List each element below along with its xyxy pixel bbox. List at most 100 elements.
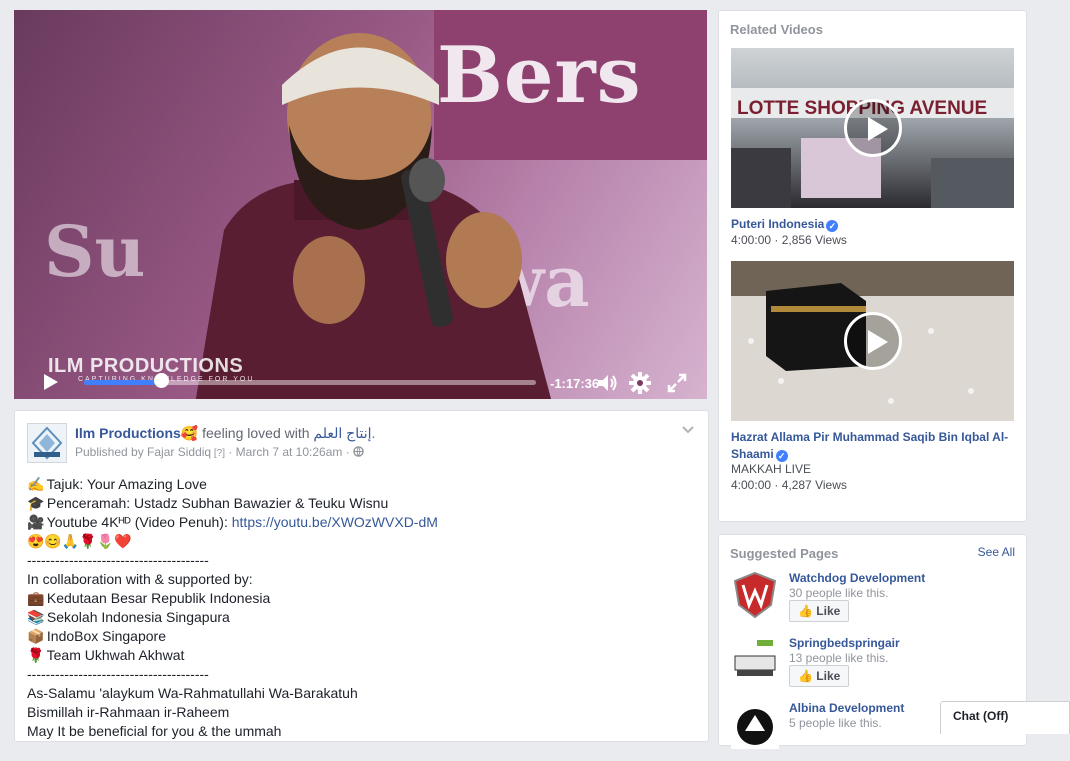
post-line: --------------------------------------- xyxy=(27,665,687,684)
post-line-text: Sekolah Indonesia Singapura xyxy=(46,609,230,625)
post-line: 📚 Sekolah Indonesia Singapura xyxy=(27,608,687,627)
video-progress-bar[interactable] xyxy=(84,380,536,385)
suggested-page-likes: 5 people like this. xyxy=(789,716,882,730)
post-line-text: 😍😊🙏🌹🌷❤️ xyxy=(27,533,132,549)
albina-logo[interactable] xyxy=(731,701,779,749)
suggested-pages-title: Suggested Pages xyxy=(730,546,839,561)
post-line-text: Tajuk: Your Amazing Love xyxy=(46,476,207,492)
watermark-title: ILM PRODUCTIONS xyxy=(48,355,244,377)
related-video-thumb-1[interactable]: LOTTE SHOPPING AVENUE xyxy=(731,48,1014,208)
post-date-link[interactable]: March 7 at 10:26am xyxy=(236,445,343,459)
related-video-meta-2: 4:00:00 · 4,287 Views xyxy=(731,478,847,492)
youtube-link[interactable]: https://youtu.be/XWOzWVXD-dM xyxy=(232,514,438,530)
post-line: 😍😊🙏🌹🌷❤️ xyxy=(27,532,687,551)
post-meta: Published by Fajar Siddiq [?] · March 7 … xyxy=(75,445,364,459)
thumbs-up-icon: 👍 xyxy=(798,669,813,683)
post-line: As-Salamu 'alaykum Wa-Rahmatullahi Wa-Ba… xyxy=(27,684,687,703)
related-video-title-1[interactable]: Puteri Indonesia ✓ xyxy=(731,216,1016,233)
post-line-text: --------------------------------------- xyxy=(27,666,209,682)
play-icon[interactable] xyxy=(843,99,902,157)
editor-mark[interactable]: [?] xyxy=(211,448,225,459)
post-line-text: May It be beneficial for you & the ummah xyxy=(27,723,282,739)
time-remaining: -1:17:36 xyxy=(550,376,600,391)
post-line-emoji: 📚 xyxy=(27,609,45,625)
post-body: ✍ Tajuk: Your Amazing Love 🎓 Penceramah: … xyxy=(27,475,687,741)
post-line-text: Kedutaan Besar Republik Indonesia xyxy=(46,590,271,606)
play-icon[interactable] xyxy=(40,372,60,392)
meta-separator: · xyxy=(224,445,236,459)
post-line-emoji: ✍ xyxy=(27,476,45,492)
springbed-logo[interactable] xyxy=(731,636,779,684)
post-line: May It be beneficial for you & the ummah xyxy=(27,722,687,741)
suggested-page-likes: 13 people like this. xyxy=(789,651,889,665)
related-video-meta-1: 4:00:00 · 2,856 Views xyxy=(731,233,847,247)
thumbs-up-icon: 👍 xyxy=(798,604,813,618)
post-line: In collaboration with & supported by: xyxy=(27,570,687,589)
post-line-emoji: 📦 xyxy=(27,628,45,644)
like-button[interactable]: 👍 Like xyxy=(789,600,850,622)
post-line: Bismillah ir-Rahmaan ir-Raheem xyxy=(27,703,687,722)
feeling-target-link[interactable]: إنتاج العلم xyxy=(313,425,371,441)
post-line: ✍ Tajuk: Your Amazing Love xyxy=(27,475,687,494)
speaker-figure xyxy=(195,33,552,399)
page-name-link[interactable]: Ilm Productions xyxy=(75,425,181,441)
post-line: 🌹 Team Ukhwah Akhwat xyxy=(27,646,687,665)
suggested-page-likes: 30 people like this. xyxy=(789,586,889,600)
verified-badge-icon: ✓ xyxy=(826,220,839,232)
backdrop-banner-left: Su xyxy=(44,210,146,293)
related-videos-panel: Related Videos LOTTE SHOPPING AVENUE Put… xyxy=(718,10,1027,522)
post-line-text: In collaboration with & supported by: xyxy=(27,571,253,587)
related-video-subtitle-2: MAKKAH LIVE xyxy=(731,462,812,476)
like-button-label: Like xyxy=(816,604,841,618)
related-video-thumb-2[interactable] xyxy=(731,261,1014,421)
chat-tab[interactable]: Chat (Off) xyxy=(940,701,1070,734)
feeling-text: feeling loved with xyxy=(198,425,314,441)
post-line-text: Penceramah: Ustadz Subhan Bawazier & Teu… xyxy=(46,495,389,511)
related-video-title-2[interactable]: Hazrat Allama Pir Muhammad Saqib Bin Iqb… xyxy=(731,429,1016,463)
related-videos-title: Related Videos xyxy=(730,22,823,37)
feeling-emoji: 🥰 xyxy=(180,425,199,441)
post-line: --------------------------------------- xyxy=(27,551,687,570)
volume-icon[interactable] xyxy=(596,372,618,394)
post-line-text: Team Ukhwah Akhwat xyxy=(46,647,185,663)
suggested-page-name[interactable]: Watchdog Development xyxy=(789,571,925,585)
suggested-page-name[interactable]: Albina Development xyxy=(789,701,904,715)
related-video-title-text-2[interactable]: Hazrat Allama Pir Muhammad Saqib Bin Iqb… xyxy=(731,430,1008,461)
post-line-text: IndoBox Singapore xyxy=(46,628,166,644)
like-button-label: Like xyxy=(816,669,841,683)
globe-icon xyxy=(353,446,364,457)
video-player[interactable]: Bers Su wa ILM PRODUCTIONS CAPTURING KNO… xyxy=(14,10,707,399)
post-line-emoji: 💼 xyxy=(27,590,45,606)
post-card: Ilm Productions🥰 feeling loved with إنتا… xyxy=(14,410,709,742)
verified-badge-icon: ✓ xyxy=(775,450,788,462)
post-line: 🎥 Youtube 4Kᴴᴰ (Video Penuh): https://yo… xyxy=(27,513,687,532)
settings-gear-icon[interactable] xyxy=(629,372,651,394)
video-progress-fill xyxy=(84,380,161,385)
post-line-text: Bismillah ir-Rahmaan ir-Raheem xyxy=(27,704,230,720)
suggested-page-name[interactable]: Springbedspringair xyxy=(789,636,900,650)
post-line-emoji: 🎓 xyxy=(27,495,45,511)
video-scrubber-handle[interactable] xyxy=(153,373,169,388)
post-line-text: Youtube 4Kᴴᴰ (Video Penuh): xyxy=(46,514,232,530)
post-header: Ilm Productions🥰 feeling loved with إنتا… xyxy=(75,425,375,442)
suggested-page-item: Springbedspringair 13 people like this. … xyxy=(731,636,1021,696)
feeling-end: . xyxy=(371,425,376,441)
post-line-text: --------------------------------------- xyxy=(27,552,209,568)
see-all-link[interactable]: See All xyxy=(978,545,1015,559)
like-button[interactable]: 👍 Like xyxy=(789,665,850,687)
watermark: ILM PRODUCTIONS CAPTURING KNOWLEDGE FOR … xyxy=(48,355,254,383)
post-line: 📦 IndoBox Singapore xyxy=(27,627,687,646)
watchdog-logo[interactable] xyxy=(731,571,779,619)
post-line-emoji: 🌹 xyxy=(27,647,45,663)
related-video-title-text-1[interactable]: Puteri Indonesia xyxy=(731,217,824,231)
post-line-text: As-Salamu 'alaykum Wa-Rahmatullahi Wa-Ba… xyxy=(27,685,358,701)
suggested-page-item: Watchdog Development 30 people like this… xyxy=(731,571,1021,631)
meta-separator-2: · xyxy=(342,445,354,459)
published-by: Published by Fajar Siddiq xyxy=(75,445,212,459)
post-line: 🎓 Penceramah: Ustadz Subhan Bawazier & T… xyxy=(27,494,687,513)
play-icon[interactable] xyxy=(843,312,902,370)
post-options-chevron-icon[interactable] xyxy=(681,423,695,437)
post-line-emoji: 🎥 xyxy=(27,514,45,530)
page-avatar[interactable] xyxy=(27,423,67,463)
fullscreen-icon[interactable] xyxy=(666,372,688,394)
